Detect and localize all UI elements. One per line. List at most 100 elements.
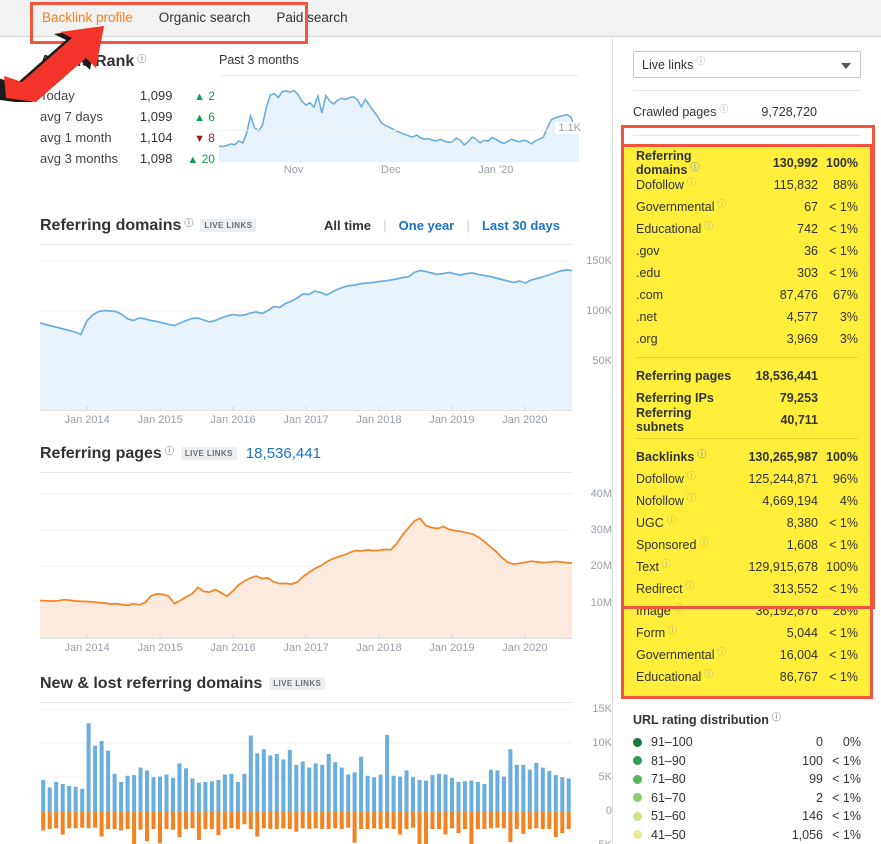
referring-pages-value[interactable]: 18,536,441 bbox=[246, 445, 321, 462]
metric-value: 5,044 bbox=[786, 626, 818, 640]
rank-row-value: 1,099 bbox=[139, 109, 173, 124]
metric-label: Governmental ⓘ bbox=[636, 199, 727, 214]
rank-delta-value: 6 bbox=[208, 109, 215, 124]
ahrefs-rank-title-text: Ahrefs Rank bbox=[40, 53, 135, 70]
referring-pages-title: Referring pages ⓘ LIVE LINKS 18,536,441 bbox=[40, 445, 572, 463]
metric-value: 40,711 bbox=[780, 413, 818, 427]
rating-count: 1,056 bbox=[791, 827, 823, 842]
rating-percent: < 1% bbox=[832, 790, 861, 805]
info-icon[interactable]: ⓘ bbox=[137, 52, 146, 65]
referring-domains-title-text: Referring domains bbox=[40, 217, 182, 234]
arrow-down-icon: ▼ bbox=[194, 132, 205, 145]
info-icon[interactable]: ⓘ bbox=[668, 625, 677, 635]
rating-range-label: 71–80 bbox=[651, 772, 686, 787]
info-icon[interactable]: ⓘ bbox=[697, 449, 706, 459]
x-axis-tick: Jan 2015 bbox=[137, 414, 183, 426]
rank-row-delta: ▲ 20 bbox=[172, 152, 215, 166]
y-axis-tick: 5K bbox=[599, 839, 612, 844]
divider bbox=[636, 438, 858, 439]
metric-percent: < 1% bbox=[829, 222, 858, 236]
info-icon[interactable]: ⓘ bbox=[687, 493, 696, 503]
referring-pages-chart[interactable]: 10M 20M 30M 40M Jan 2014 Jan 2015 Jan 2016 Jan … bbox=[39, 479, 612, 654]
info-icon[interactable]: ⓘ bbox=[184, 216, 193, 229]
tab-organic-search[interactable]: Organic search bbox=[157, 0, 253, 36]
y-axis-tick: 10M bbox=[590, 596, 612, 609]
metric-label: .edu bbox=[636, 266, 661, 280]
info-icon[interactable]: ⓘ bbox=[667, 515, 676, 525]
link-mode-label: Live links bbox=[642, 57, 694, 72]
info-icon[interactable]: ⓘ bbox=[690, 162, 699, 172]
rating-color-dot bbox=[633, 737, 642, 747]
metric-value: 130,992 bbox=[772, 156, 818, 170]
info-icon[interactable]: ⓘ bbox=[704, 221, 713, 231]
metric-row: Form ⓘ 5,044 < 1% bbox=[624, 622, 870, 644]
time-range-filters: All time | One year | Last 30 days bbox=[312, 218, 572, 233]
metric-percent: < 1% bbox=[829, 266, 858, 280]
metric-label: Referring pages bbox=[636, 369, 732, 383]
metric-row: Referring subnets 40,711 bbox=[624, 406, 870, 434]
metric-value: 303 bbox=[797, 266, 818, 280]
x-axis-tick: Jan 2017 bbox=[283, 414, 329, 426]
filter-last-30-days[interactable]: Last 30 days bbox=[470, 218, 572, 233]
info-icon[interactable]: ⓘ bbox=[704, 669, 713, 679]
metric-label: Sponsored ⓘ bbox=[636, 537, 709, 552]
sparkline-chart[interactable]: 1.1K bbox=[218, 75, 581, 162]
info-icon[interactable]: ⓘ bbox=[719, 104, 728, 114]
y-axis-tick: 10K bbox=[592, 737, 612, 750]
tab-paid-search[interactable]: Paid search bbox=[274, 0, 349, 36]
sparkline-x-tick: Jan '20 bbox=[478, 164, 514, 176]
metric-label: .com bbox=[636, 288, 664, 302]
metric-value: 87,476 bbox=[779, 288, 818, 302]
rating-color-dot bbox=[633, 756, 642, 766]
referring-domains-chart[interactable]: 50K 100K 150K Jan 2014 Jan 2015 Jan 2016 Jan 2… bbox=[39, 251, 612, 426]
rank-delta-value: 2 bbox=[208, 88, 215, 103]
info-icon[interactable]: ⓘ bbox=[687, 471, 696, 481]
divider bbox=[40, 702, 572, 703]
table-row: avg 7 days 1,099 ▲ 6 bbox=[40, 106, 215, 127]
rating-range-label: 61–70 bbox=[651, 790, 686, 805]
metric-percent: < 1% bbox=[829, 244, 858, 258]
sparkline-y-label: 1.1K bbox=[555, 122, 581, 134]
referring-domains-title: Referring domains ⓘ LIVE LINKS All time … bbox=[40, 217, 572, 235]
metric-percent: < 1% bbox=[829, 200, 858, 214]
live-links-badge: LIVE LINKS bbox=[180, 447, 237, 460]
metric-value: 1,608 bbox=[786, 538, 818, 552]
filter-one-year[interactable]: One year bbox=[387, 218, 467, 233]
referring-pages-metrics: Referring pages 18,536,441 Referring IPs 79… bbox=[624, 365, 870, 434]
sparkline-title: Past 3 months bbox=[219, 53, 299, 67]
info-icon[interactable]: ⓘ bbox=[699, 537, 708, 547]
info-icon[interactable]: ⓘ bbox=[165, 444, 174, 457]
live-links-badge: LIVE LINKS bbox=[269, 677, 326, 690]
info-icon[interactable]: ⓘ bbox=[662, 559, 671, 569]
metric-label: Nofollow ⓘ bbox=[636, 493, 696, 508]
info-icon[interactable]: ⓘ bbox=[772, 710, 781, 723]
metric-label: Image ⓘ bbox=[636, 603, 683, 618]
table-row: avg 1 month 1,104 ▼ 8 bbox=[40, 127, 215, 148]
info-icon[interactable]: ⓘ bbox=[686, 581, 695, 591]
rating-count: 100 bbox=[802, 753, 823, 768]
new-lost-referring-domains-section: New & lost referring domains LIVE LINKS … bbox=[0, 675, 612, 844]
x-axis-tick: Jan 2016 bbox=[210, 414, 256, 426]
metric-row: Educational ⓘ 86,767 < 1% bbox=[624, 666, 870, 688]
new-lost-chart[interactable]: 15K10K5K05K bbox=[40, 703, 612, 844]
metrics-sidebar: Live links ⓘ Crawled pages ⓘ 9,728,720 Re… bbox=[613, 37, 881, 844]
info-icon[interactable]: ⓘ bbox=[696, 54, 705, 67]
info-icon[interactable]: ⓘ bbox=[674, 603, 683, 613]
metric-label: Form ⓘ bbox=[636, 625, 678, 640]
info-icon[interactable]: ⓘ bbox=[687, 177, 696, 187]
rating-color-dot bbox=[633, 811, 642, 821]
metric-row: .org 3,969 3% bbox=[624, 328, 870, 350]
metric-percent: 96% bbox=[832, 472, 858, 486]
metric-value: 313,552 bbox=[772, 582, 818, 596]
metric-label: Text ⓘ bbox=[636, 559, 671, 574]
rank-delta-value: 20 bbox=[201, 151, 215, 166]
info-icon[interactable]: ⓘ bbox=[718, 647, 727, 657]
info-icon[interactable]: ⓘ bbox=[718, 199, 727, 209]
filter-all-time[interactable]: All time bbox=[312, 218, 383, 233]
tab-backlink-profile[interactable]: Backlink profile bbox=[38, 0, 137, 40]
metric-value: 79,253 bbox=[779, 391, 818, 405]
link-mode-select[interactable]: Live links ⓘ bbox=[633, 51, 861, 78]
rating-range-label: 51–60 bbox=[651, 809, 686, 824]
y-axis-tick: 5K bbox=[598, 771, 612, 784]
crawled-pages-row: Crawled pages ⓘ 9,728,720 bbox=[613, 101, 881, 123]
